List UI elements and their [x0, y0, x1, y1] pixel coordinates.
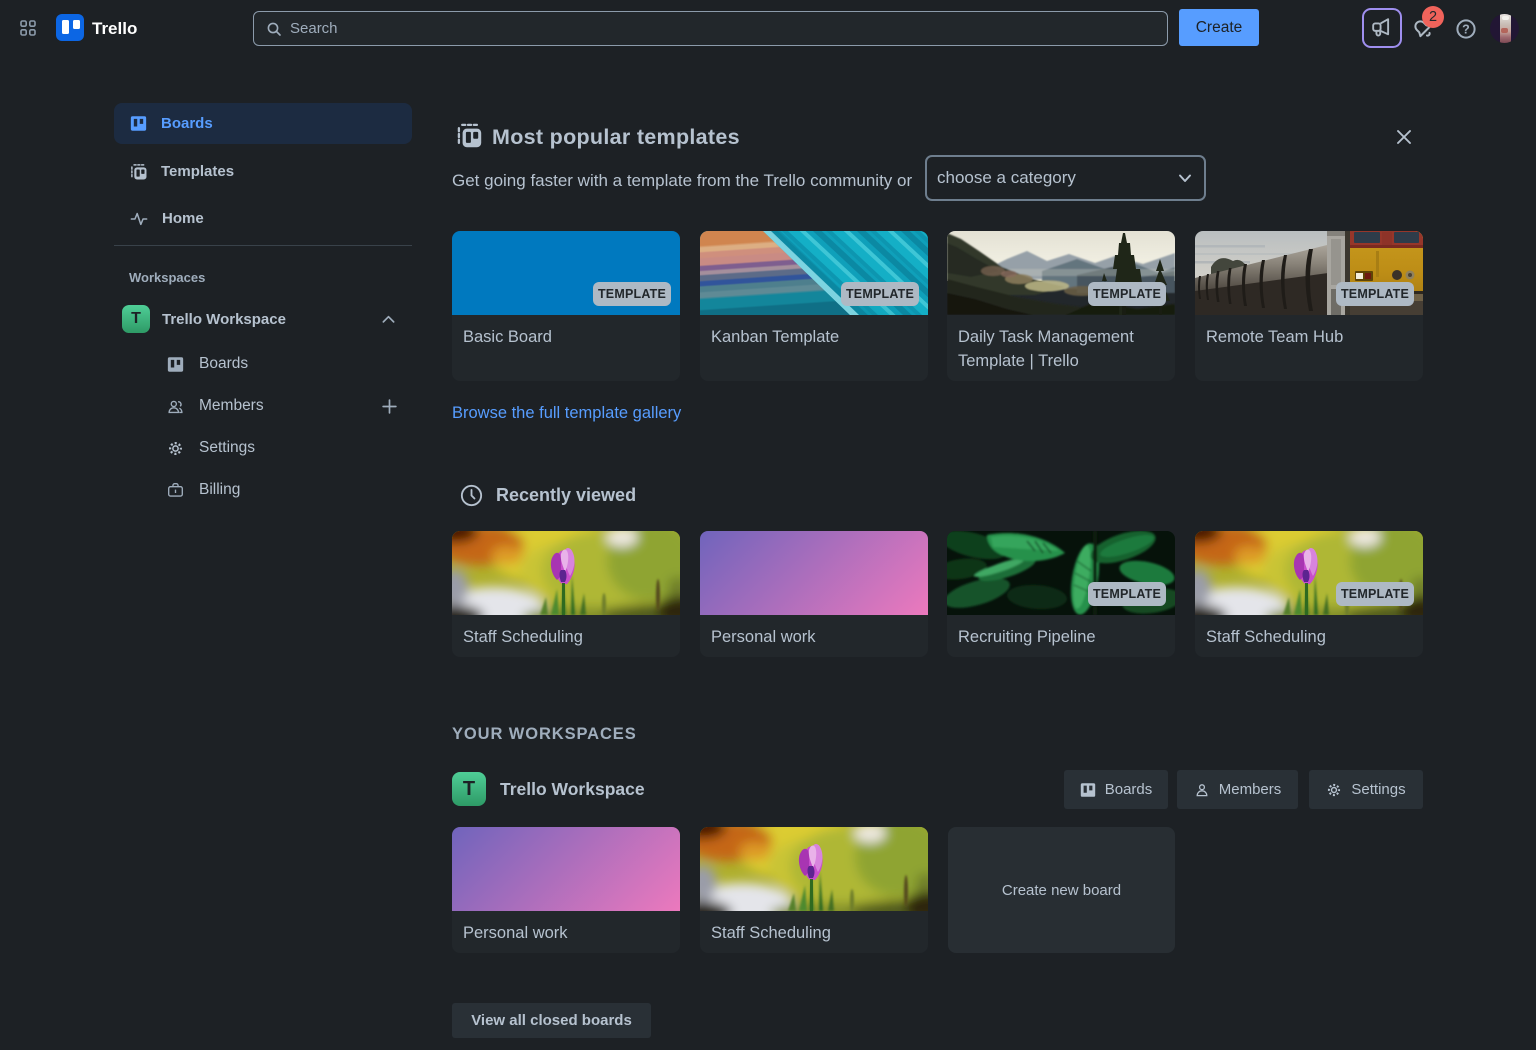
svg-text:?: ? [1462, 23, 1470, 37]
